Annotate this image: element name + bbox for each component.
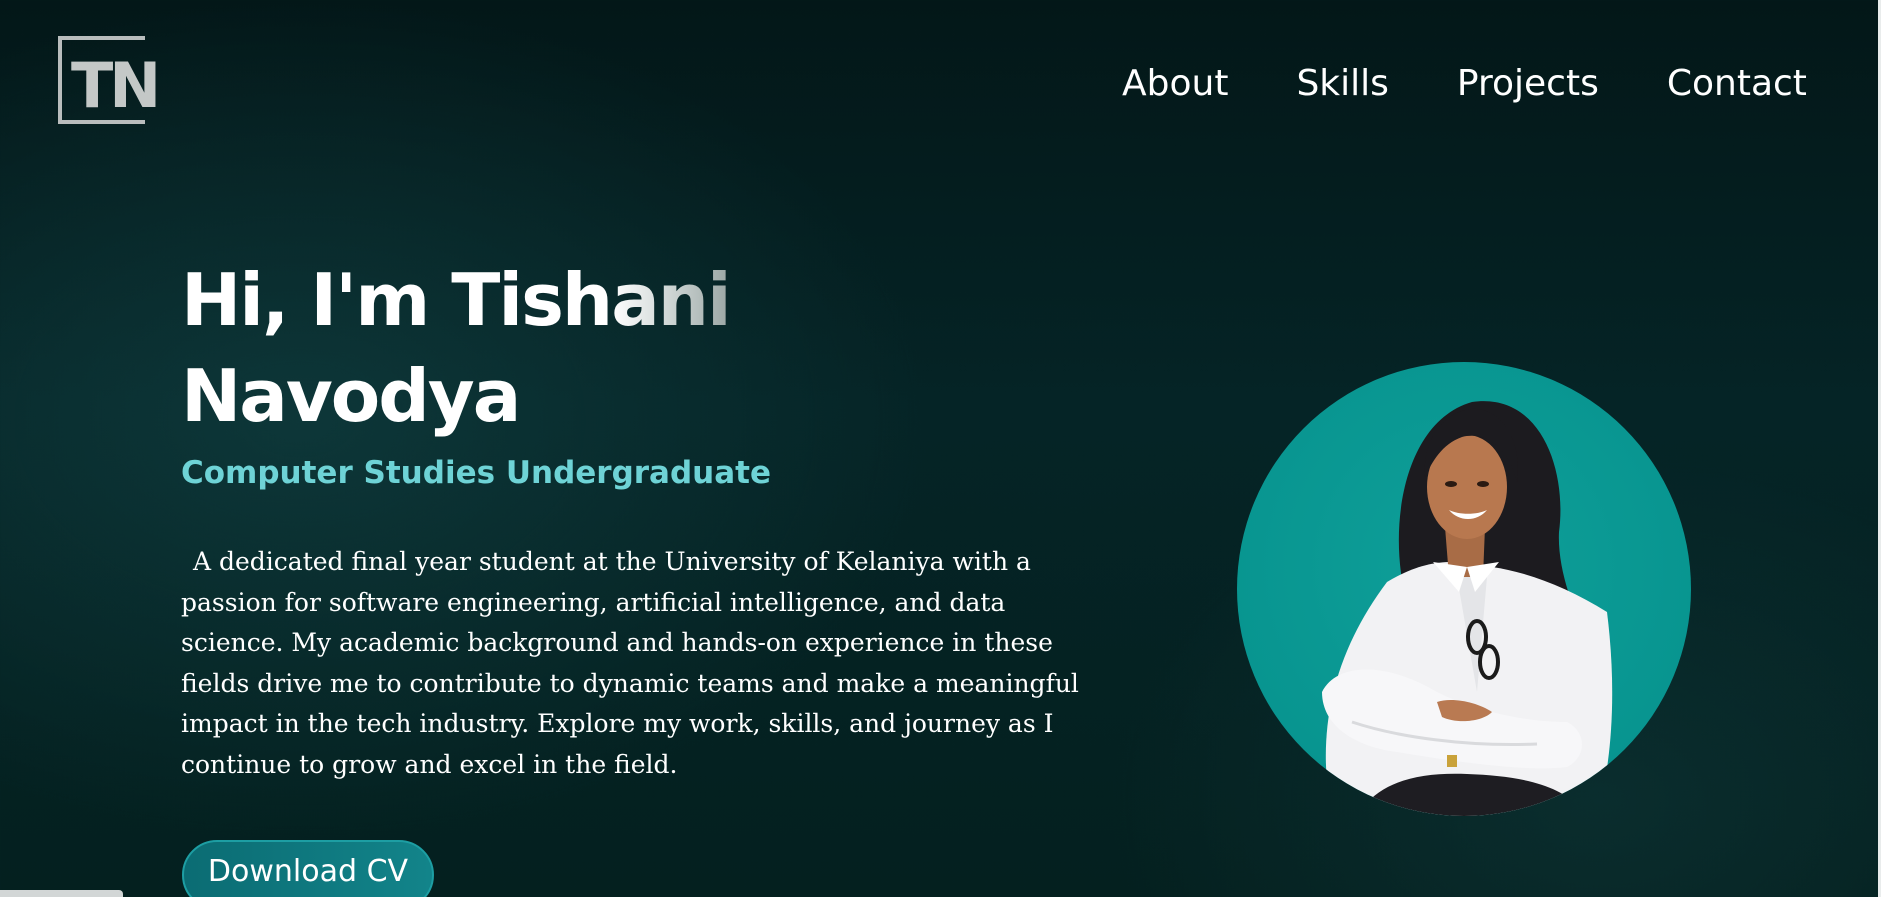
svg-text:TN: TN [71, 49, 157, 122]
profile-portrait-illustration [1322, 401, 1613, 816]
nav-link-about[interactable]: About [1122, 60, 1228, 108]
download-cv-button[interactable]: Download CV [182, 840, 434, 897]
hero-heading: Hi, I'm Tishani Navodya [181, 252, 732, 444]
hero-surname: Navodya [181, 354, 521, 438]
hero-subtitle: Computer Studies Undergraduate [181, 455, 771, 491]
nav-link-projects[interactable]: Projects [1457, 60, 1599, 108]
hero-greeting-start: Hi, I'm Tish [181, 258, 613, 342]
hero-greeting: Hi, I'm Tishani [181, 252, 732, 348]
profile-photo [1237, 362, 1691, 816]
bottom-scroll-tab [0, 890, 123, 897]
nav-link-skills[interactable]: Skills [1296, 60, 1388, 108]
tn-logo[interactable]: TN [57, 34, 172, 126]
main-nav: About Skills Projects Contact [1122, 60, 1807, 108]
hero-greeting-fade: ani [611, 258, 732, 342]
hero-bio: A dedicated final year student at the Un… [181, 547, 1079, 779]
tn-monogram-logo: TN [58, 36, 161, 124]
nav-link-contact[interactable]: Contact [1667, 60, 1807, 108]
